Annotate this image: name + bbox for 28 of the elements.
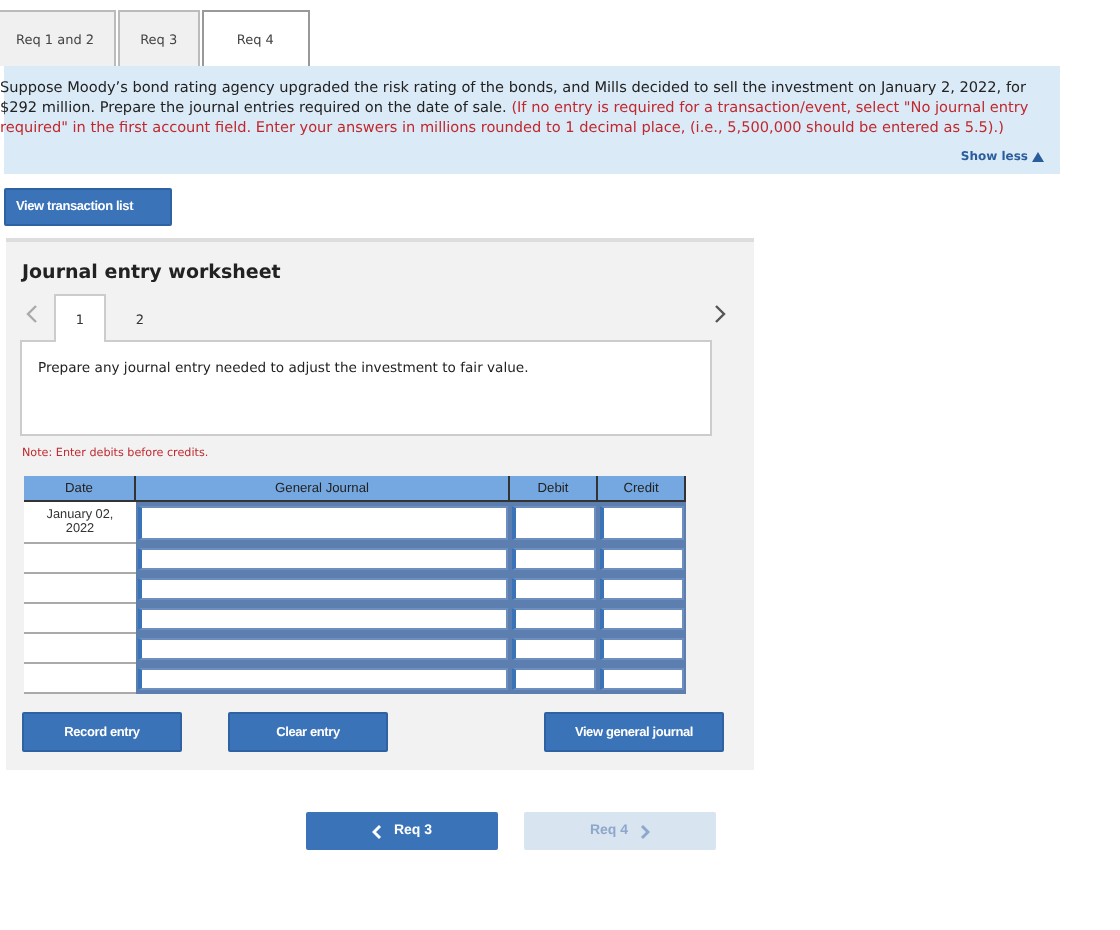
- credit-field[interactable]: [600, 608, 684, 630]
- debit-field[interactable]: [512, 506, 596, 540]
- chevron-right-icon: [640, 823, 651, 839]
- date-cell: [24, 574, 136, 604]
- date-cell: [24, 604, 136, 634]
- account-field[interactable]: [138, 668, 508, 690]
- debit-field[interactable]: [512, 578, 596, 600]
- credit-field[interactable]: [600, 506, 684, 540]
- account-field[interactable]: [138, 548, 508, 570]
- worksheet-title: Journal entry worksheet: [22, 262, 283, 284]
- date-cell: [24, 544, 136, 574]
- debit-field[interactable]: [512, 668, 596, 690]
- credit-field[interactable]: [600, 638, 684, 660]
- account-field[interactable]: [138, 638, 508, 660]
- credit-field[interactable]: [600, 668, 684, 690]
- account-field[interactable]: [138, 506, 508, 540]
- date-cell: [24, 634, 136, 664]
- date-cell: [24, 664, 136, 694]
- credit-field[interactable]: [600, 548, 684, 570]
- debit-field[interactable]: [512, 638, 596, 660]
- chevron-right-icon[interactable]: [714, 304, 726, 324]
- account-field[interactable]: [138, 608, 508, 630]
- credit-field[interactable]: [600, 578, 684, 600]
- triangle-up-icon: [1032, 152, 1044, 162]
- debit-field[interactable]: [512, 608, 596, 630]
- account-field[interactable]: [138, 578, 508, 600]
- chevron-left-icon: [371, 823, 382, 839]
- debit-field[interactable]: [512, 548, 596, 570]
